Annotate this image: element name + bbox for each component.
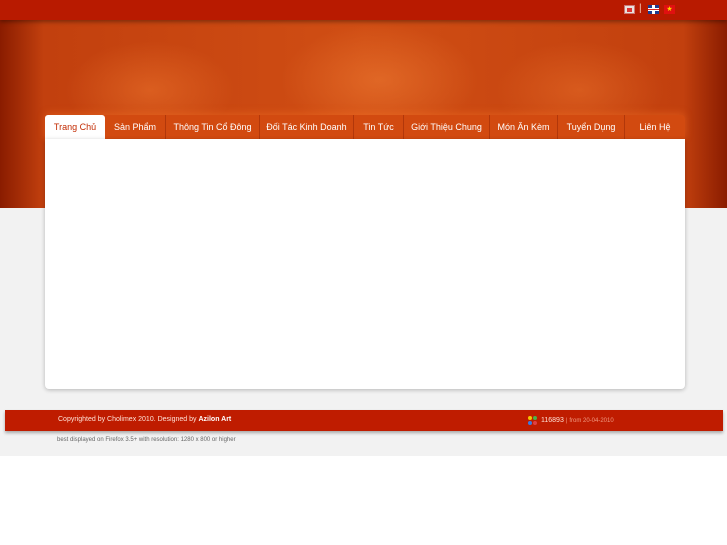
language-separator: | [639, 3, 642, 14]
nav-item-thong-tin-co-dong[interactable]: Thông Tin Cổ Đông [166, 115, 260, 139]
main-nav: Trang Chủ Sản Phẩm Thông Tin Cổ Đông Đối… [45, 115, 685, 139]
top-bar: | ★ [0, 0, 727, 20]
nav-item-tuyen-dung[interactable]: Tuyển Dụng [558, 115, 625, 139]
best-display-note: best displayed on Firefox 3.5+ with reso… [57, 437, 236, 443]
nav-item-doi-tac-kinh-doanh[interactable]: Đối Tác Kinh Doanh [260, 115, 354, 139]
visitor-counter-icon [528, 415, 537, 425]
footer-bar: Copyrighted by Cholimex 2010. Designed b… [5, 410, 723, 431]
nav-item-tin-tuc[interactable]: Tin Tức [354, 115, 404, 139]
uk-flag-icon[interactable] [648, 5, 659, 14]
copyright-text: Copyrighted by Cholimex 2010. Designed b… [58, 410, 231, 430]
nav-item-mon-an-kem[interactable]: Món Ăn Kèm [490, 115, 558, 139]
designer-link[interactable]: Azilon Art [198, 416, 231, 423]
vietnam-flag-icon[interactable]: ★ [664, 5, 675, 14]
nav-item-trang-chu[interactable]: Trang Chủ [45, 115, 105, 139]
main-content-panel [45, 139, 685, 389]
counter-separator: | [565, 418, 568, 424]
counter-value: 116893 [541, 417, 564, 424]
sheet-flag-icon[interactable] [624, 5, 635, 14]
counter-from-date: from 20-04-2010 [569, 418, 614, 424]
nav-item-lien-he[interactable]: Liên Hệ [625, 115, 685, 139]
visitor-counter: 116893 | from 20-04-2010 [528, 410, 614, 432]
copyright-label: Copyrighted by Cholimex 2010. Designed b… [58, 416, 199, 423]
nav-item-gioi-thieu-chung[interactable]: Giới Thiệu Chung [404, 115, 490, 139]
nav-item-san-pham[interactable]: Sản Phẩm [105, 115, 166, 139]
